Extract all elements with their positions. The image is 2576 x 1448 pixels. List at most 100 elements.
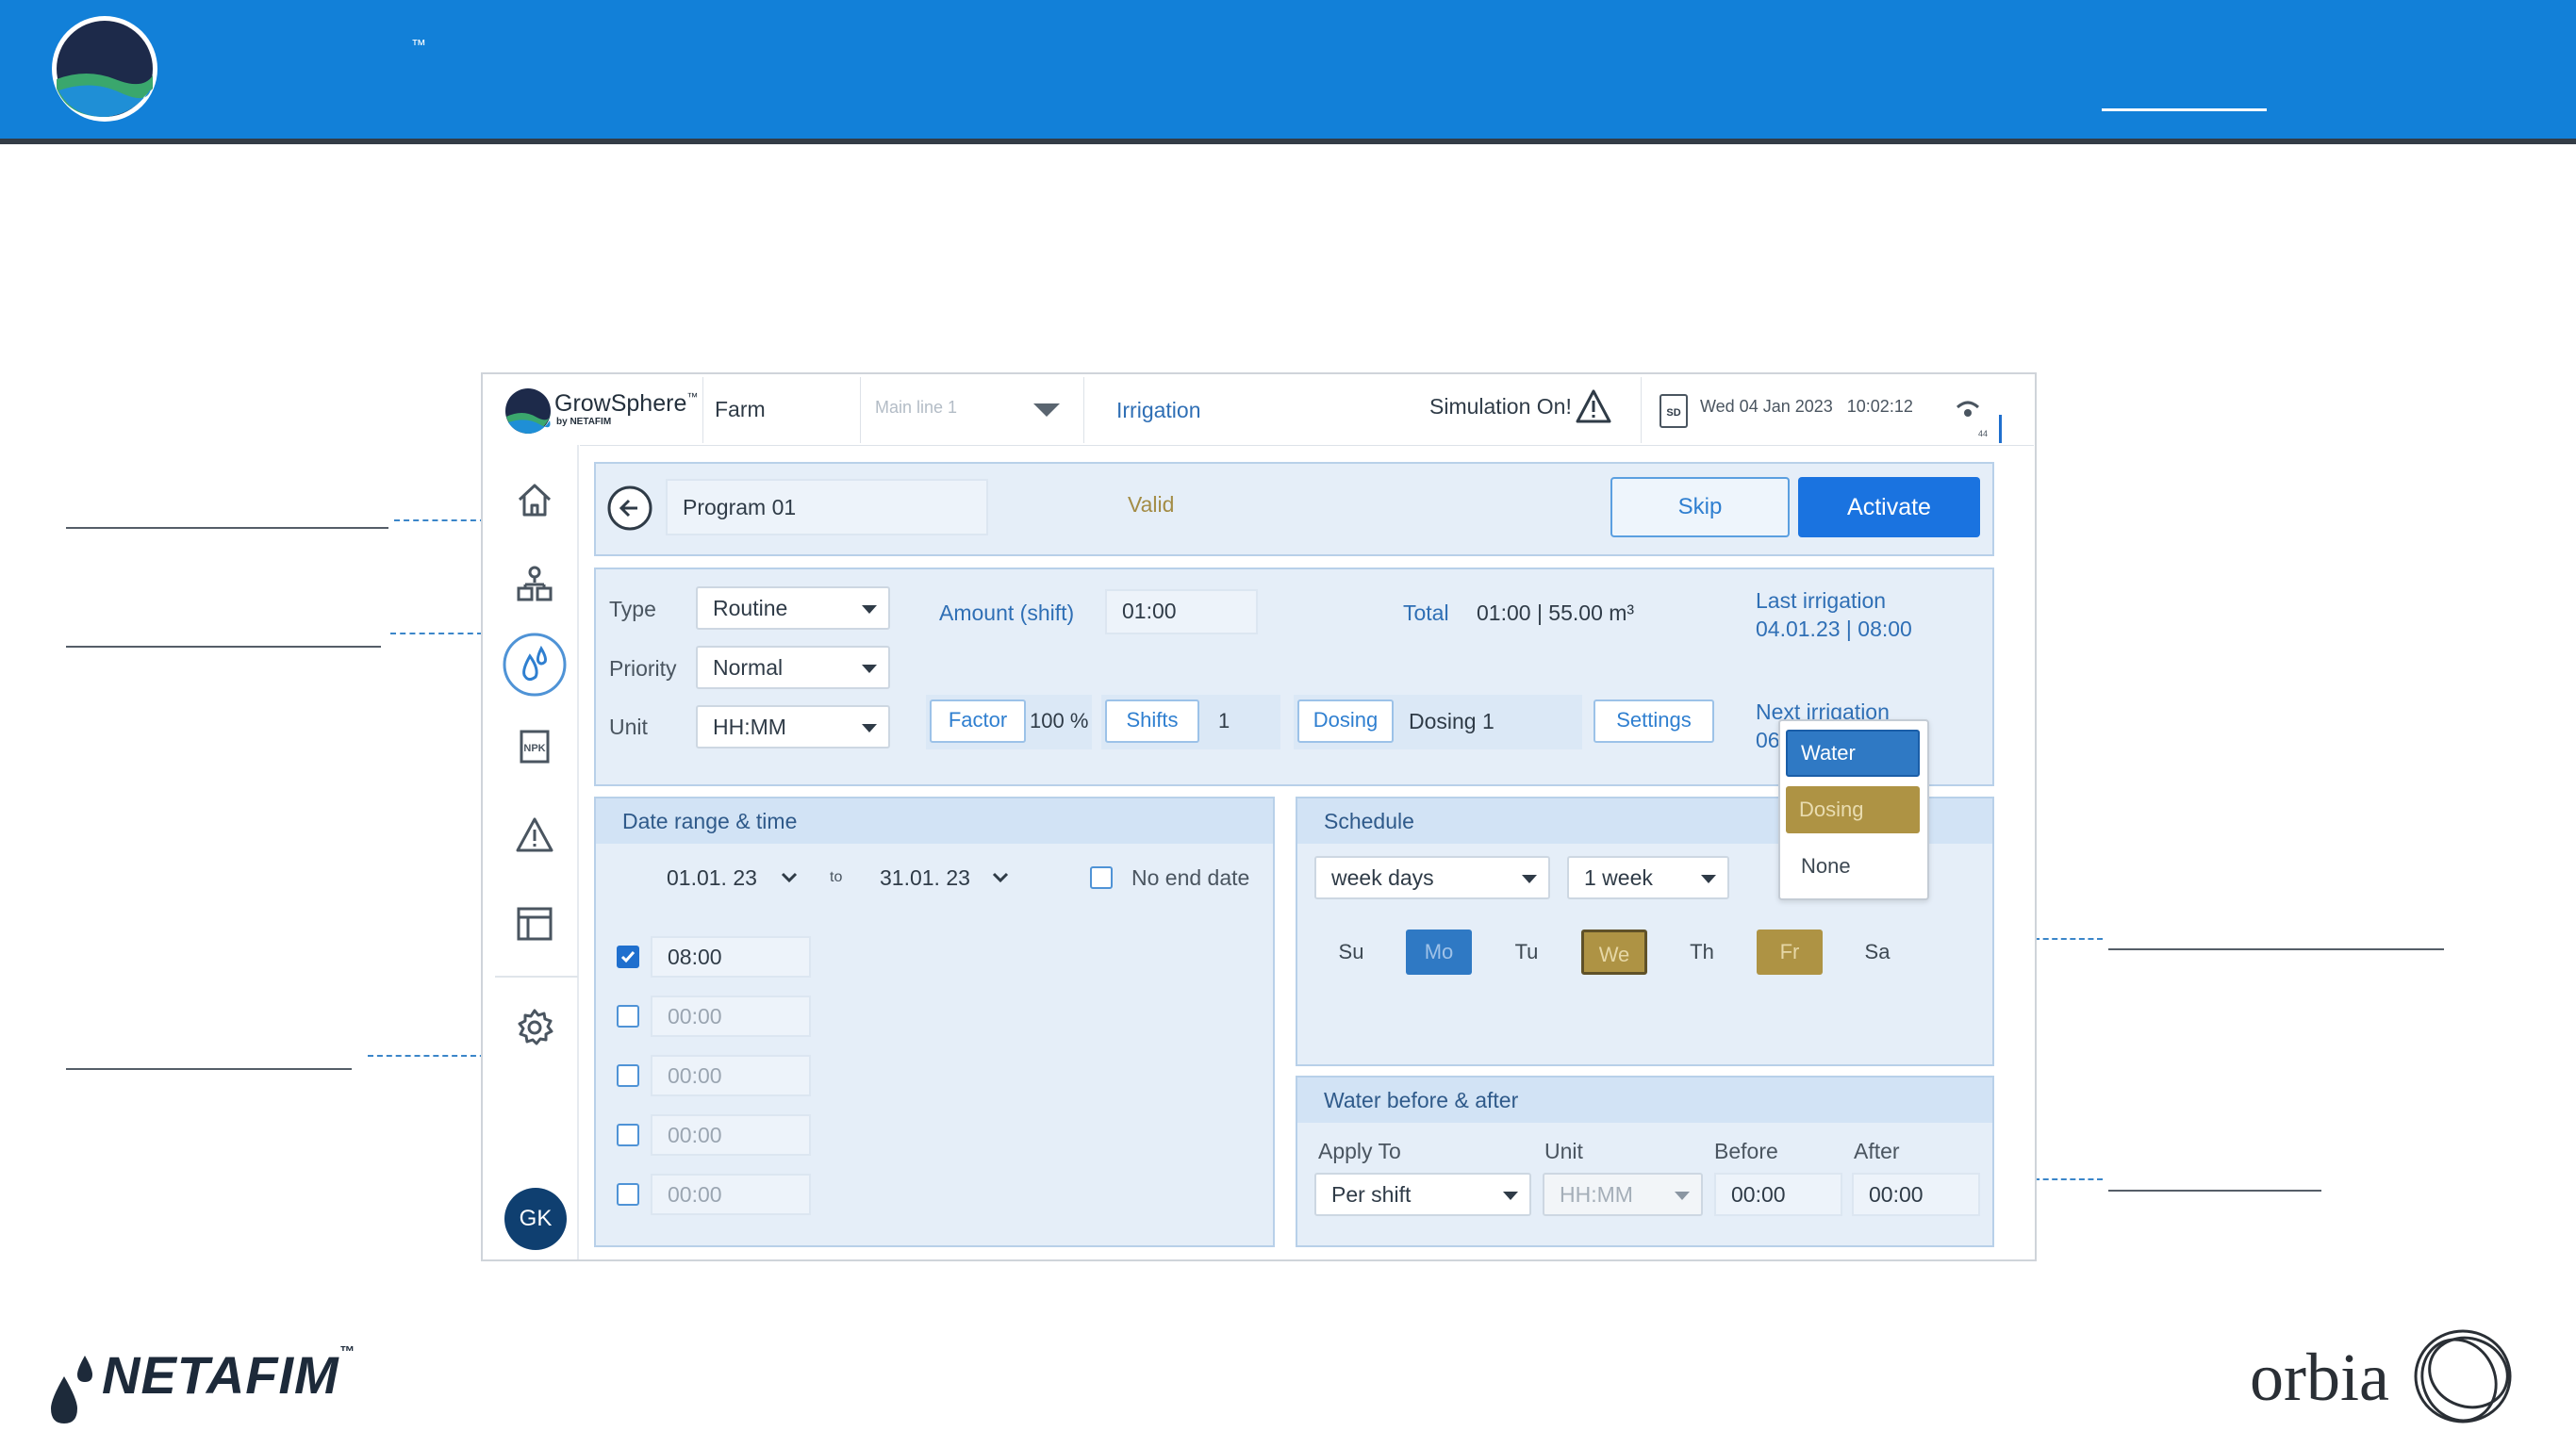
growsphere-logo-icon [52,16,157,122]
priority-select[interactable]: Normal [696,646,890,689]
topbar-bottom-divider [486,445,2034,446]
before-label: Before [1714,1139,1778,1163]
factor-value: 100 % [1030,709,1089,732]
weekday-th[interactable]: Th [1669,930,1735,975]
weekday-fr[interactable]: Fr [1757,930,1823,975]
last-irrigation-label: Last irrigation [1756,588,1887,613]
topbar-divider [860,377,861,443]
chevron-down-icon [862,605,877,614]
schedule-period-value: 1 week [1584,865,1653,890]
before-field[interactable]: 00:00 [1714,1173,1842,1216]
chevron-down-icon [781,872,798,883]
chevron-down-icon [1503,1192,1518,1200]
netafim-drop-icon [51,1356,92,1423]
shifts-button[interactable]: Shifts [1105,699,1199,743]
type-select-value: Routine [713,596,788,620]
weekday-tu[interactable]: Tu [1494,930,1560,975]
topbar-divider [702,377,703,443]
unit-select-value: HH:MM [713,715,786,739]
hierarchy-icon[interactable] [514,564,555,605]
time-checkbox[interactable] [617,1183,639,1206]
settings-button[interactable]: Settings [1593,699,1714,743]
after-field[interactable]: 00:00 [1852,1173,1980,1216]
annotation-line [2108,1190,2321,1192]
time-field[interactable]: 00:00 [651,996,811,1037]
time-field[interactable]: 08:00 [651,936,811,978]
warning-icon [1576,389,1611,423]
chevron-down-icon [1701,875,1716,883]
apply-to-select[interactable]: Per shift [1314,1173,1531,1216]
water-unit-label: Unit [1544,1139,1583,1163]
factor-button[interactable]: Factor [930,699,1026,743]
gear-icon[interactable] [514,1007,555,1048]
shifts-value: 1 [1218,709,1230,732]
dropdown-option-water[interactable]: Water [1786,730,1920,777]
orbia-logo-icon [2414,1329,2512,1423]
back-arrow-icon[interactable] [606,485,653,532]
sd-card-icon[interactable]: SD [1660,394,1688,428]
chevron-down-icon [992,872,1009,883]
time-checkbox[interactable] [617,1005,639,1028]
top-banner [0,0,2576,144]
section-title: Irrigation [1116,398,1201,422]
schedule-period-select[interactable]: 1 week [1567,856,1729,899]
weekday-su[interactable]: Su [1318,930,1384,975]
home-icon[interactable] [514,479,555,520]
time-checkbox[interactable] [617,1064,639,1087]
time-field[interactable]: 00:00 [651,1055,811,1096]
annotation-line [66,1068,352,1070]
no-end-date-label: No end date [1131,865,1250,890]
apply-to-value: Per shift [1331,1182,1412,1207]
dosing-button[interactable]: Dosing [1297,699,1394,743]
app-brand: GrowSphere™ [554,390,699,417]
time-field[interactable]: 00:00 [651,1174,811,1215]
chevron-down-icon [1033,403,1060,417]
schedule-mode-select[interactable]: week days [1314,856,1550,899]
topbar-divider [1641,377,1642,443]
dropdown-option-dosing[interactable]: Dosing [1786,786,1920,833]
water-unit-select[interactable]: HH:MM [1543,1173,1703,1216]
time-checkbox[interactable] [617,1124,639,1146]
amount-label: Amount (shift) [939,601,1075,625]
time-row: 08:00 [613,933,858,980]
time-field[interactable]: 00:00 [651,1114,811,1156]
time-checkbox[interactable] [617,946,639,968]
line-select[interactable]: Main line 1 [862,373,1083,445]
time-list: 08:00 00:00 00:00 00:00 00:00 [613,933,858,1216]
alarm-warning-icon[interactable] [514,814,555,856]
water-before-after-title: Water before & after [1297,1078,1992,1123]
no-end-date-checkbox[interactable] [1090,866,1113,889]
table-icon[interactable] [514,903,555,945]
activate-button[interactable]: Activate [1798,477,1980,537]
weekday-we[interactable]: We [1581,930,1647,975]
date-from-select[interactable]: 01.01. 23 [652,854,813,901]
weekday-mo[interactable]: Mo [1406,930,1472,975]
unit-select[interactable]: HH:MM [696,705,890,749]
skip-button[interactable]: Skip [1610,477,1790,537]
water-unit-value: HH:MM [1560,1182,1633,1207]
topbar-divider [1083,377,1084,443]
schedule-mode-value: week days [1331,865,1434,890]
total-value: 01:00 | 55.00 m³ [1477,601,1635,625]
weekday-sa[interactable]: Sa [1844,930,1910,975]
avatar[interactable]: GK [504,1188,567,1250]
time-row: 00:00 [613,1052,858,1099]
date-to-select[interactable]: 31.01. 23 [866,854,1026,901]
program-name-field[interactable]: Program 01 [666,479,988,535]
program-status: Valid [1128,492,1175,517]
npk-icon[interactable]: NPK [514,726,555,767]
chevron-down-icon [1675,1192,1690,1200]
after-label: After [1854,1139,1900,1163]
date-range-title: Date range & time [596,798,1273,844]
sidebar-separator [495,976,578,978]
signal-value: 44 [1978,429,1989,438]
dropdown-option-none[interactable]: None [1786,843,1920,890]
next-irrigation-value: 06 [1756,728,1780,752]
priority-label: Priority [609,656,677,681]
apply-to-label: Apply To [1318,1139,1401,1163]
amount-field[interactable]: 01:00 [1105,589,1258,634]
type-select[interactable]: Routine [696,586,890,630]
svg-text:NPK: NPK [523,743,545,754]
datetime: Wed 04 Jan 2023 10:02:12 [1700,397,1913,416]
irrigation-icon[interactable] [502,632,568,698]
